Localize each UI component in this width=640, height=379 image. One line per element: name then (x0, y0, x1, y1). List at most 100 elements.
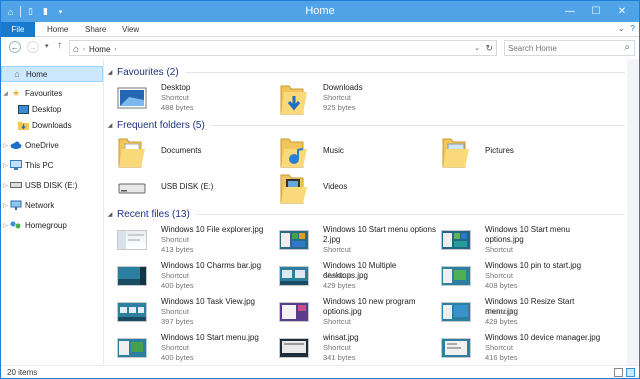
nav-item-this-pc[interactable]: ▷ This PC (1, 157, 103, 173)
downloads-icon (17, 120, 29, 130)
item-size: 341 bytes (323, 353, 356, 362)
group-header-frequent-folders[interactable]: ◢ Frequent folders (5) (105, 117, 625, 133)
forward-button[interactable]: → (27, 41, 39, 53)
ribbon-controls: ⌄ ? (618, 24, 635, 33)
expand-chevron-icon[interactable]: ▷ (1, 162, 10, 169)
image-thumbnail (441, 266, 471, 286)
recent-file-item[interactable]: Windows 10 Resize Start menu.jpg Shortcu… (441, 296, 601, 330)
nav-item-label: USB DISK (E:) (25, 180, 78, 190)
back-button[interactable]: ← (9, 41, 21, 53)
collapse-chevron-icon[interactable]: ◢ (1, 90, 10, 97)
expand-chevron-icon[interactable]: ▷ (1, 202, 10, 209)
cloud-icon (10, 140, 22, 150)
tab-file[interactable]: File (1, 22, 35, 37)
recent-file-item[interactable]: Windows 10 File explorer.jpg Shortcut 41… (117, 224, 277, 258)
maximize-button[interactable]: ☐ (583, 3, 609, 19)
recent-file-item[interactable]: Windows 10 Charms bar.jpg Shortcut 400 b… (117, 260, 277, 294)
nav-item-usb-disk[interactable]: ▷ USB DISK (E:) (1, 177, 103, 193)
item-size: 488 bytes (161, 103, 194, 112)
nav-item-homegroup[interactable]: ▷ Homegroup (1, 217, 103, 233)
view-toggle (614, 368, 635, 377)
item-type: Shortcut (323, 317, 351, 326)
collapse-group-icon[interactable]: ◢ (105, 211, 115, 218)
address-dropdown-icon[interactable]: ⌄ (474, 44, 480, 52)
frequent-folder-item[interactable]: Music (279, 135, 439, 169)
collapse-group-icon[interactable]: ◢ (105, 69, 115, 76)
help-icon[interactable]: ? (631, 24, 635, 33)
title-bar: ⌂ ▯ ▮ ▾ Home — ☐ ✕ (1, 1, 639, 22)
item-name: Desktop (161, 83, 191, 92)
pictures-folder-icon (441, 137, 471, 168)
content-pane: ◢ Favourites (2) Desktop Shortcut 488 by… (105, 59, 627, 365)
close-button[interactable]: ✕ (609, 3, 635, 19)
breadcrumb-separator-icon[interactable]: › (114, 47, 116, 53)
nav-item-desktop[interactable]: Desktop (1, 101, 103, 117)
group-header-recent-files[interactable]: ◢ Recent files (13) (105, 206, 625, 222)
item-name: USB DISK (E:) (161, 182, 214, 191)
expand-ribbon-icon[interactable]: ⌄ (618, 24, 625, 33)
group-title: Favourites (2) (117, 66, 179, 78)
minimize-button[interactable]: — (557, 3, 583, 19)
item-size: 400 bytes (161, 281, 194, 290)
vertical-scrollbar[interactable] (627, 59, 639, 365)
up-button[interactable]: ↑ (57, 40, 62, 51)
breadcrumb-home[interactable]: Home (89, 45, 110, 54)
item-type: Shortcut (485, 307, 513, 316)
recent-file-item[interactable]: winsat.jpg Shortcut 341 bytes (279, 332, 439, 365)
item-name: Windows 10 device manager.jpg (485, 333, 601, 342)
frequent-folder-item[interactable]: Pictures (441, 135, 601, 169)
nav-item-downloads[interactable]: Downloads (1, 117, 103, 133)
refresh-icon[interactable]: ↻ (485, 43, 493, 54)
tab-home[interactable]: Home (47, 22, 68, 37)
search-box[interactable]: ⌕ (504, 40, 635, 56)
nav-item-home[interactable]: ⌂ Home (1, 66, 103, 82)
search-icon[interactable]: ⌕ (624, 42, 630, 53)
item-type: Shortcut (485, 343, 513, 352)
item-type: Shortcut (485, 271, 513, 280)
item-type: Shortcut (161, 307, 189, 316)
breadcrumb-separator-icon[interactable]: › (83, 47, 85, 53)
group-divider (195, 213, 625, 215)
recent-locations-icon[interactable]: ▾ (45, 42, 49, 50)
recent-file-item[interactable]: Windows 10 new program options.jpg Short… (279, 296, 439, 330)
image-thumbnail (117, 230, 147, 250)
frequent-folder-item[interactable]: Documents (117, 135, 277, 169)
home-icon: ⌂ (14, 69, 20, 79)
item-name: Windows 10 Charms bar.jpg (161, 261, 262, 270)
address-bar[interactable]: ⌂ › Home › ⌄ ↻ (69, 40, 497, 56)
group-divider (184, 71, 625, 73)
group-header-favourites[interactable]: ◢ Favourites (2) (105, 64, 625, 80)
item-size: 429 bytes (323, 281, 356, 290)
tab-view[interactable]: View (122, 22, 139, 37)
favourite-item[interactable]: Desktop Shortcut 488 bytes (117, 82, 277, 116)
nav-item-onedrive[interactable]: ▷ OneDrive (1, 137, 103, 153)
tiles-view-icon[interactable] (626, 368, 635, 377)
item-type: Shortcut (323, 93, 351, 102)
group-title: Recent files (13) (117, 208, 190, 220)
item-name: Windows 10 Start menu options 2.jpg (323, 225, 436, 244)
favourite-item[interactable]: Downloads Shortcut 925 bytes (279, 82, 439, 116)
search-input[interactable] (508, 43, 618, 54)
nav-item-network[interactable]: ▷ Network (1, 197, 103, 213)
nav-item-label: Downloads (32, 120, 72, 130)
nav-item-favourites[interactable]: ◢ ★ Favourites (1, 85, 103, 101)
recent-file-item[interactable]: Windows 10 Start menu options 2.jpg Shor… (279, 224, 439, 258)
recent-file-item[interactable]: Windows 10 Multiple desktops.jpg Shortcu… (279, 260, 439, 294)
frequent-folder-item[interactable]: USB DISK (E:) (117, 171, 277, 205)
recent-file-item[interactable]: Windows 10 pin to start.jpg Shortcut 408… (441, 260, 601, 294)
item-size: 925 bytes (323, 103, 356, 112)
collapse-group-icon[interactable]: ◢ (105, 122, 115, 129)
item-type: Shortcut (323, 245, 351, 254)
recent-file-item[interactable]: Windows 10 Task View.jpg Shortcut 397 by… (117, 296, 277, 330)
details-view-icon[interactable] (614, 368, 623, 377)
tab-share[interactable]: Share (85, 22, 106, 37)
recent-file-item[interactable]: Windows 10 Start menu options.jpg Shortc… (441, 224, 601, 258)
frequent-folder-item[interactable]: Videos (279, 171, 439, 205)
expand-chevron-icon[interactable]: ▷ (1, 182, 10, 189)
recent-file-item[interactable]: Windows 10 device manager.jpg Shortcut 4… (441, 332, 601, 365)
expand-chevron-icon[interactable]: ▷ (1, 142, 10, 149)
expand-chevron-icon[interactable]: ▷ (1, 222, 10, 229)
image-thumbnail (279, 338, 309, 358)
recent-file-item[interactable]: Windows 10 Start menu.jpg Shortcut 400 b… (117, 332, 277, 365)
window-title: Home (305, 5, 335, 17)
